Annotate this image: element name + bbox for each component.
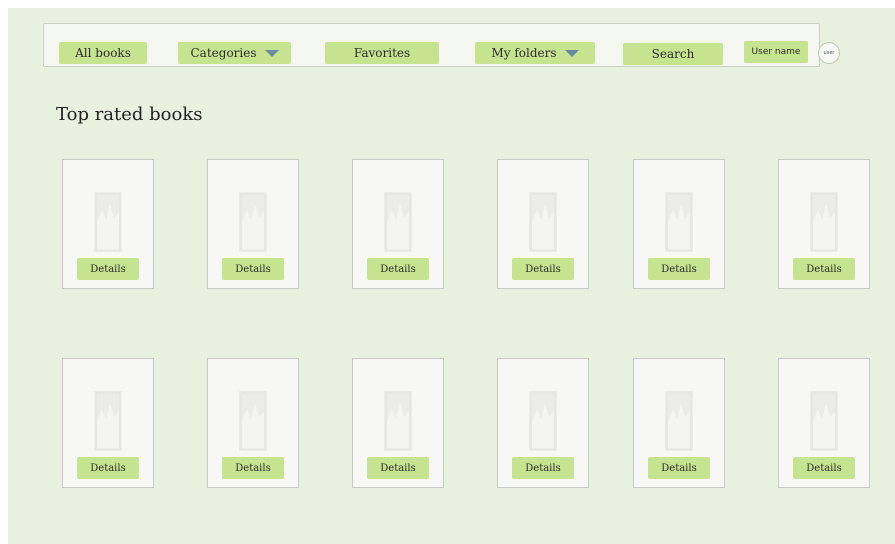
chevron-down-icon [564, 49, 579, 57]
search-button[interactable]: Search [623, 43, 723, 65]
book-card[interactable]: Details [207, 159, 299, 289]
page-title: Top rated books [56, 104, 203, 125]
book-card[interactable]: Details [352, 159, 444, 289]
details-button[interactable]: Details [512, 258, 574, 280]
details-button[interactable]: Details [77, 457, 139, 479]
book-cover-image-icon [529, 192, 557, 252]
details-button[interactable]: Details [512, 457, 574, 479]
book-card[interactable]: Details [207, 358, 299, 488]
book-cover-image-icon [384, 391, 412, 451]
all-books-label: All books [75, 46, 131, 60]
book-cover-image-icon [665, 192, 693, 252]
book-card[interactable]: Details [497, 159, 589, 289]
book-card[interactable]: Details [62, 358, 154, 488]
avatar[interactable]: user [818, 42, 840, 64]
details-button[interactable]: Details [222, 457, 284, 479]
favorites-label: Favorites [353, 46, 411, 60]
book-cover-image-icon [94, 391, 122, 451]
my-folders-dropdown[interactable]: My folders [475, 42, 595, 64]
book-cover-image-icon [239, 391, 267, 451]
details-button[interactable]: Details [648, 457, 710, 479]
book-card[interactable]: Details [778, 159, 870, 289]
details-button[interactable]: Details [77, 258, 139, 280]
all-books-button[interactable]: All books [59, 42, 147, 64]
book-card[interactable]: Details [633, 358, 725, 488]
book-card[interactable]: Details [633, 159, 725, 289]
avatar-label: user [823, 50, 835, 56]
details-button[interactable]: Details [648, 258, 710, 280]
book-cover-image-icon [529, 391, 557, 451]
book-card[interactable]: Details [62, 159, 154, 289]
book-cover-image-icon [810, 192, 838, 252]
book-card[interactable]: Details [352, 358, 444, 488]
details-button[interactable]: Details [793, 457, 855, 479]
chevron-down-icon [264, 49, 279, 57]
book-cover-image-icon [239, 192, 267, 252]
my-folders-label: My folders [491, 46, 557, 60]
user-name-label: User name [751, 47, 801, 57]
details-button[interactable]: Details [222, 258, 284, 280]
details-button[interactable]: Details [367, 457, 429, 479]
favorites-button[interactable]: Favorites [325, 42, 439, 64]
book-cover-image-icon [810, 391, 838, 451]
categories-label: Categories [190, 46, 257, 60]
book-cover-image-icon [384, 192, 412, 252]
book-cover-image-icon [94, 192, 122, 252]
book-card[interactable]: Details [778, 358, 870, 488]
details-button[interactable]: Details [793, 258, 855, 280]
details-button[interactable]: Details [367, 258, 429, 280]
book-cover-image-icon [665, 391, 693, 451]
categories-dropdown[interactable]: Categories [178, 42, 291, 64]
book-card[interactable]: Details [497, 358, 589, 488]
user-name-button[interactable]: User name [744, 41, 808, 63]
search-label: Search [651, 47, 695, 61]
